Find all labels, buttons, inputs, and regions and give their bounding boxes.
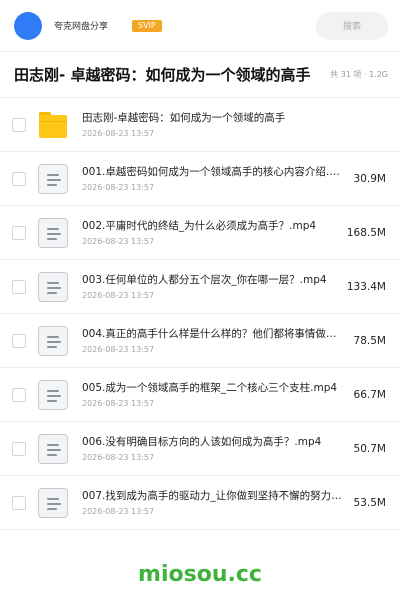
folder-icon bbox=[38, 110, 68, 140]
document-icon bbox=[38, 325, 68, 356]
file-size: 133.4M bbox=[346, 280, 386, 293]
watermark-text: miosou.cc bbox=[138, 562, 262, 587]
file-list: 田志刚-卓越密码：如何成为一个领域的高手 2026-08-23 13:57 001.… bbox=[0, 98, 400, 530]
file-size: 78.5M bbox=[353, 334, 386, 347]
file-info: 005.成为一个领域高手的框架_二个核心三个支柱.mp4 2026-08-23 1… bbox=[82, 381, 344, 409]
row-checkbox[interactable] bbox=[12, 225, 26, 240]
top-bar: 夸克网盘分享 SVIP 搜索 bbox=[0, 0, 400, 52]
file-row[interactable]: 007.找到成为高手的驱动力_让你做到坚持不懈的努力.mp4 2026-08-23… bbox=[0, 476, 400, 530]
user-name: 夸克网盘分享 bbox=[54, 22, 109, 32]
file-date: 2026-08-23 13:57 bbox=[82, 452, 155, 462]
file-info: 田志刚-卓越密码：如何成为一个领域的高手 2026-08-23 13:57 bbox=[82, 111, 386, 139]
svip-badge: SVIP bbox=[132, 19, 162, 32]
document-icon bbox=[38, 433, 68, 464]
file-row[interactable]: 004.真正的高手什么样是什么样的？他们都将事情做到极致.mp4 2026-08-… bbox=[0, 314, 400, 368]
file-info: 007.找到成为高手的驱动力_让你做到坚持不懈的努力.mp4 2026-08-23… bbox=[82, 489, 344, 517]
row-checkbox[interactable] bbox=[12, 441, 26, 456]
file-info: 006.没有明确目标方向的人该如何成为高手？.mp4 2026-08-23 13:… bbox=[82, 435, 344, 463]
file-name[interactable]: 002.平庸时代的终结_为什么必须成为高手？.mp4 bbox=[82, 219, 337, 234]
page-title: 田志刚- 卓越密码：如何成为一个领域的高手 bbox=[14, 66, 311, 84]
document-icon bbox=[38, 487, 68, 518]
file-row[interactable]: 005.成为一个领域高手的框架_二个核心三个支柱.mp4 2026-08-23 1… bbox=[0, 368, 400, 422]
file-size: 30.9M bbox=[353, 172, 386, 185]
search-input[interactable]: 搜索 bbox=[316, 11, 388, 40]
document-icon bbox=[38, 217, 68, 248]
row-checkbox[interactable] bbox=[12, 117, 26, 132]
row-checkbox[interactable] bbox=[12, 387, 26, 402]
file-date: 2026-08-23 13:57 bbox=[82, 344, 155, 354]
file-name[interactable]: 004.真正的高手什么样是什么样的？他们都将事情做到极致.mp4 bbox=[82, 327, 344, 342]
document-icon bbox=[38, 379, 68, 410]
file-size: 50.7M bbox=[353, 442, 386, 455]
file-name[interactable]: 001.卓越密码如何成为一个领域高手的核心内容介绍.mp4 bbox=[82, 165, 344, 180]
folder-row[interactable]: 田志刚-卓越密码：如何成为一个领域的高手 2026-08-23 13:57 bbox=[0, 98, 400, 152]
document-icon bbox=[38, 271, 68, 302]
file-date: 2026-08-23 13:57 bbox=[82, 506, 155, 516]
file-row[interactable]: 002.平庸时代的终结_为什么必须成为高手？.mp4 2026-08-23 13:… bbox=[0, 206, 400, 260]
file-size: 53.5M bbox=[353, 496, 386, 509]
file-name[interactable]: 田志刚-卓越密码：如何成为一个领域的高手 bbox=[82, 111, 386, 126]
file-date: 2026-08-23 13:57 bbox=[82, 182, 155, 192]
row-checkbox[interactable] bbox=[12, 333, 26, 348]
folder-header: 田志刚- 卓越密码：如何成为一个领域的高手 共 31 项 · 1.2G bbox=[0, 52, 400, 98]
file-info: 002.平庸时代的终结_为什么必须成为高手？.mp4 2026-08-23 13:… bbox=[82, 219, 337, 247]
file-name[interactable]: 005.成为一个领域高手的框架_二个核心三个支柱.mp4 bbox=[82, 381, 344, 396]
file-info: 003.任何单位的人都分五个层次_你在哪一层？.mp4 2026-08-23 13… bbox=[82, 273, 337, 301]
row-checkbox[interactable] bbox=[12, 171, 26, 186]
file-row[interactable]: 006.没有明确目标方向的人该如何成为高手？.mp4 2026-08-23 13:… bbox=[0, 422, 400, 476]
file-date: 2026-08-23 13:57 bbox=[82, 236, 155, 246]
folder-meta: 共 31 项 · 1.2G bbox=[330, 70, 388, 79]
file-size: 168.5M bbox=[346, 226, 386, 239]
file-date: 2026-08-23 13:57 bbox=[82, 128, 155, 138]
file-name[interactable]: 003.任何单位的人都分五个层次_你在哪一层？.mp4 bbox=[82, 273, 337, 288]
user-avatar[interactable] bbox=[14, 11, 42, 40]
file-date: 2026-08-23 13:57 bbox=[82, 398, 155, 408]
row-checkbox[interactable] bbox=[12, 279, 26, 294]
file-date: 2026-08-23 13:57 bbox=[82, 290, 155, 300]
file-row[interactable]: 003.任何单位的人都分五个层次_你在哪一层？.mp4 2026-08-23 13… bbox=[0, 260, 400, 314]
file-name[interactable]: 007.找到成为高手的驱动力_让你做到坚持不懈的努力.mp4 bbox=[82, 489, 344, 504]
file-info: 004.真正的高手什么样是什么样的？他们都将事情做到极致.mp4 2026-08-… bbox=[82, 327, 344, 355]
file-row[interactable]: 001.卓越密码如何成为一个领域高手的核心内容介绍.mp4 2026-08-23 … bbox=[0, 152, 400, 206]
file-name[interactable]: 006.没有明确目标方向的人该如何成为高手？.mp4 bbox=[82, 435, 344, 450]
file-size: 66.7M bbox=[353, 388, 386, 401]
row-checkbox[interactable] bbox=[12, 495, 26, 510]
search-placeholder: 搜索 bbox=[342, 22, 361, 32]
document-icon bbox=[38, 163, 68, 194]
file-info: 001.卓越密码如何成为一个领域高手的核心内容介绍.mp4 2026-08-23 … bbox=[82, 165, 344, 193]
